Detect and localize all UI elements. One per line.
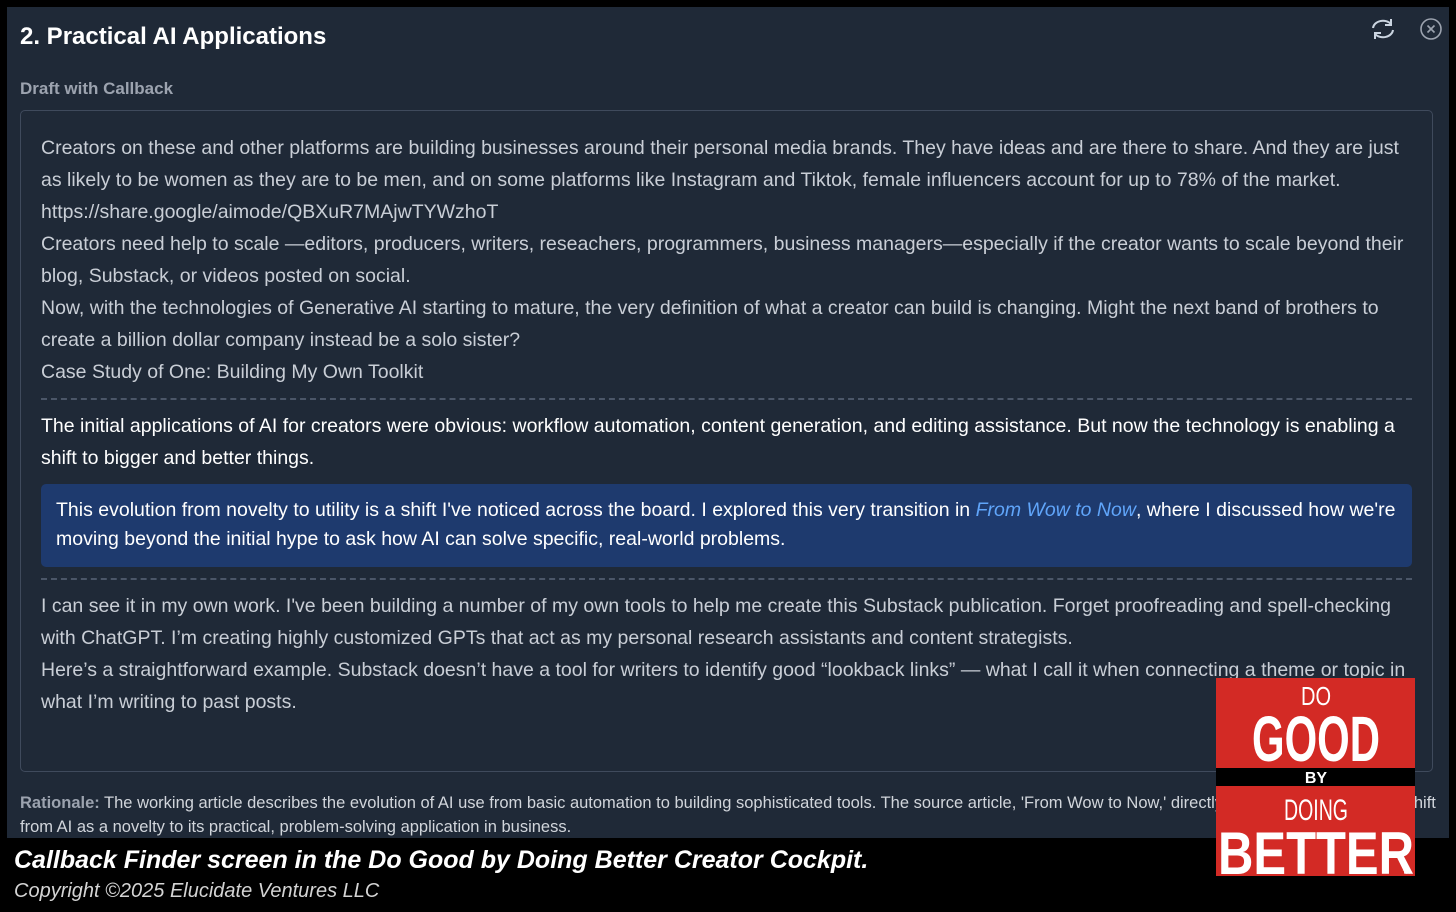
- draft-paragraph: I can see it in my own work. I've been b…: [41, 595, 1391, 649]
- callback-text-before: This evolution from novelty to utility i…: [56, 499, 976, 521]
- close-button[interactable]: [1417, 15, 1445, 43]
- logo-by: BY: [1305, 770, 1328, 787]
- copyright-notice: Copyright ©2025 Elucidate Ventures LLC: [14, 880, 380, 902]
- logo-better: BETTER: [1218, 820, 1414, 876]
- refresh-button[interactable]: [1369, 15, 1397, 43]
- logo-graphic: DO GOOD BY DOING BETTER TM: [1216, 678, 1415, 887]
- logo-tm: TM: [1403, 870, 1410, 876]
- dashed-divider: [41, 398, 1412, 400]
- focus-paragraph: The initial applications of AI for creat…: [41, 415, 1395, 469]
- draft-heading: Case Study of One: Building My Own Toolk…: [41, 361, 424, 383]
- draft-box: Creators on these and other platforms ar…: [20, 110, 1433, 772]
- callback-suggestion: This evolution from novelty to utility i…: [41, 484, 1412, 567]
- draft-paragraph: Now, with the technologies of Generative…: [41, 297, 1379, 351]
- draft-paragraph: Creators need help to scale —editors, pr…: [41, 233, 1404, 287]
- rationale-label: Rationale:: [20, 794, 100, 812]
- callback-link[interactable]: From Wow to Now: [976, 499, 1136, 521]
- panel-title: 2. Practical AI Applications: [20, 23, 327, 50]
- draft-paragraph: Here’s a straightforward example. Substa…: [41, 659, 1406, 713]
- context-after: I can see it in my own work. I've been b…: [41, 590, 1412, 718]
- draft-paragraph: Creators on these and other platforms ar…: [41, 137, 1399, 191]
- screenshot-caption: Callback Finder screen in the Do Good by…: [14, 846, 869, 874]
- draft-url: https://share.google/aimode/QBXuR7MAjwTY…: [41, 201, 499, 223]
- context-before: Creators on these and other platforms ar…: [41, 132, 1412, 388]
- logo-good: GOOD: [1252, 703, 1380, 775]
- dashed-divider: [41, 578, 1412, 580]
- refresh-icon: [1372, 19, 1394, 39]
- section-subtitle: Draft with Callback: [20, 79, 174, 98]
- do-good-by-doing-better-logo: DO GOOD BY DOING BETTER TM: [1216, 678, 1415, 887]
- close-icon: [1420, 18, 1442, 40]
